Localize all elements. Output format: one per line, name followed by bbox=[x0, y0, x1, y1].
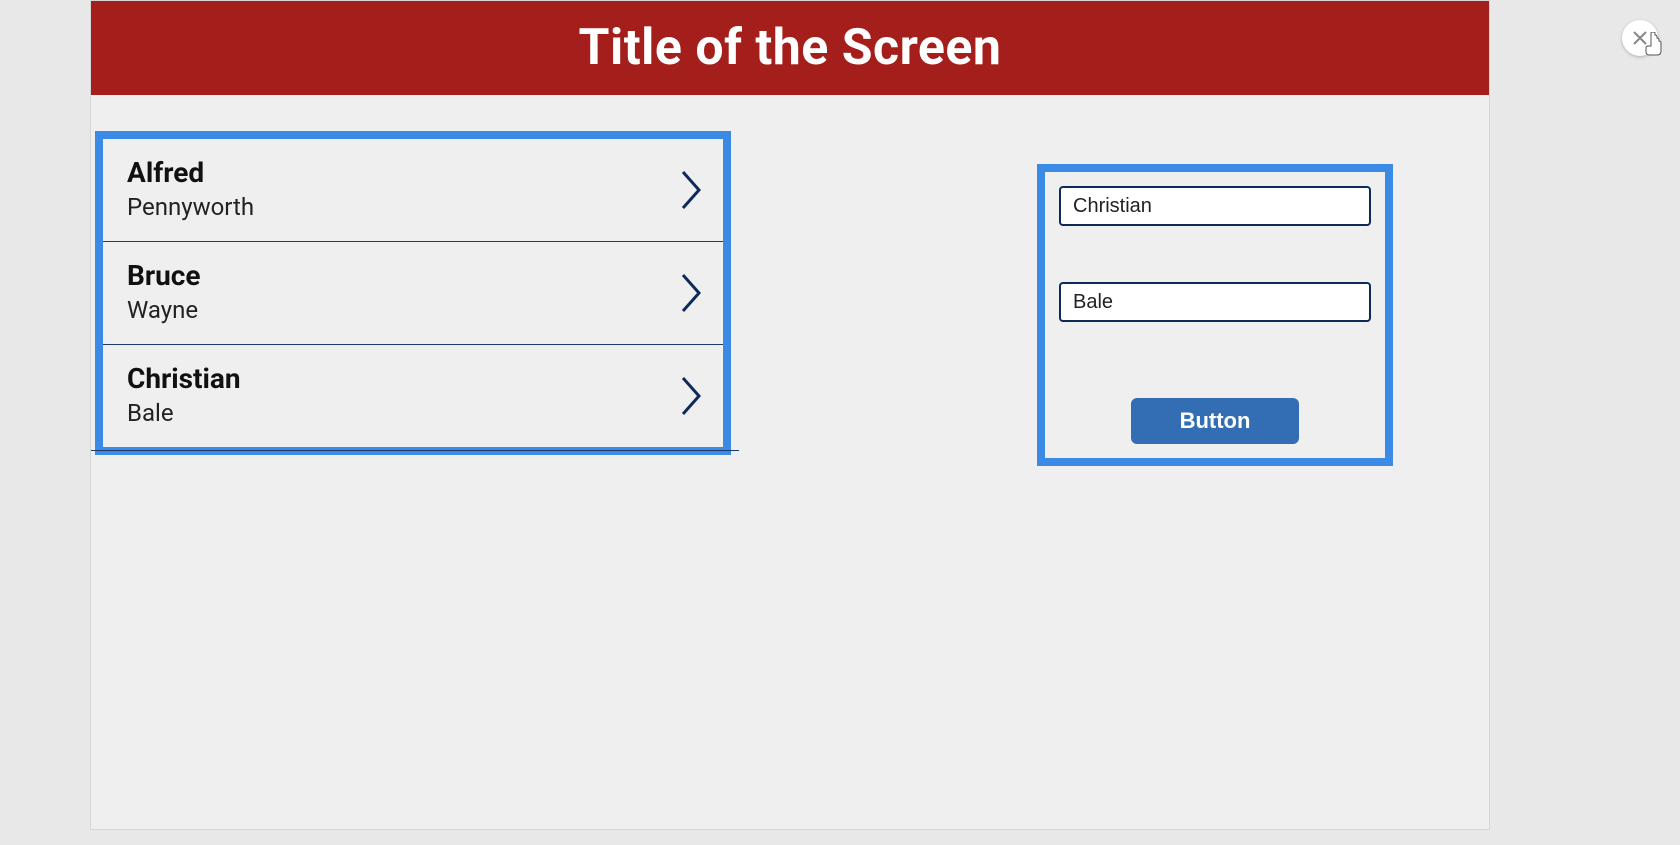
close-icon bbox=[1632, 30, 1648, 46]
first-name-input[interactable] bbox=[1059, 186, 1371, 226]
list-item-secondary: Bale bbox=[127, 397, 241, 431]
list-item-primary: Christian bbox=[127, 361, 241, 397]
list-item-primary: Bruce bbox=[127, 258, 201, 294]
close-button[interactable] bbox=[1622, 20, 1658, 56]
list-item-text: Christian Bale bbox=[127, 361, 241, 431]
list-item[interactable]: Alfred Pennyworth bbox=[103, 139, 723, 242]
list-item-text: Alfred Pennyworth bbox=[127, 155, 254, 225]
list-item-primary: Alfred bbox=[127, 155, 254, 191]
list-item[interactable]: Bruce Wayne bbox=[103, 242, 723, 345]
person-list: Alfred Pennyworth Bruce Wayne Christ bbox=[95, 131, 731, 455]
list-item-secondary: Pennyworth bbox=[127, 191, 254, 225]
list-item-secondary: Wayne bbox=[127, 294, 201, 328]
chevron-right-icon bbox=[681, 170, 703, 210]
list-item-text: Bruce Wayne bbox=[127, 258, 201, 328]
edit-form: Button bbox=[1037, 164, 1393, 466]
chevron-right-icon bbox=[681, 376, 703, 416]
content-area: Alfred Pennyworth Bruce Wayne Christ bbox=[91, 101, 1489, 829]
chevron-right-icon bbox=[681, 273, 703, 313]
last-name-input[interactable] bbox=[1059, 282, 1371, 322]
list-item[interactable]: Christian Bale bbox=[103, 345, 723, 447]
list-underline bbox=[91, 450, 739, 451]
app-frame: Title of the Screen Alfred Pennyworth Br… bbox=[90, 0, 1490, 830]
header-bar: Title of the Screen bbox=[91, 1, 1489, 101]
page-title: Title of the Screen bbox=[579, 19, 1002, 77]
submit-button[interactable]: Button bbox=[1131, 398, 1299, 444]
